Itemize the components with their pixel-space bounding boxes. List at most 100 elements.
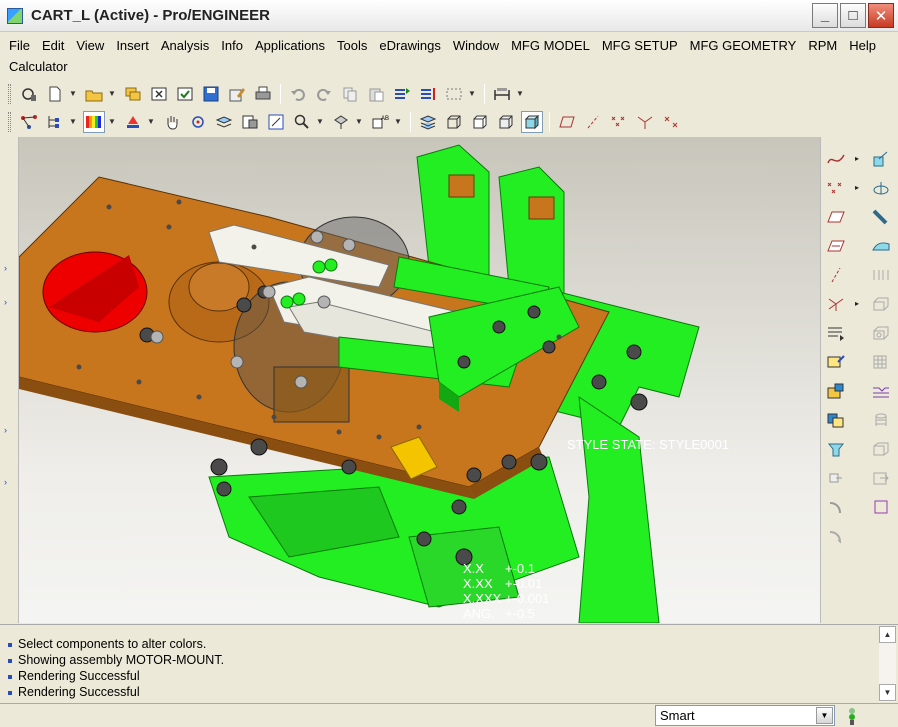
save-button[interactable]	[200, 83, 222, 105]
menu-help[interactable]: Help	[843, 38, 882, 53]
sweep-button[interactable]	[868, 205, 894, 228]
datum-csys-button[interactable]	[634, 111, 656, 133]
expand-arrow-icon[interactable]: ›	[4, 297, 7, 307]
expand-arrow-icon[interactable]: ›	[4, 425, 7, 435]
orient-dropdown[interactable]: ▼	[354, 111, 364, 133]
tree-filter-dropdown[interactable]: ▼	[68, 111, 78, 133]
layer-display-button[interactable]	[417, 111, 439, 133]
color-appearance-dropdown[interactable]: ▼	[107, 111, 117, 133]
pan-button[interactable]	[161, 111, 183, 133]
menu-applications[interactable]: Applications	[249, 38, 331, 53]
redo-button[interactable]	[313, 83, 335, 105]
menu-window[interactable]: Window	[447, 38, 505, 53]
layers-button[interactable]	[213, 111, 235, 133]
mirror-component-button[interactable]	[823, 437, 849, 460]
wireframe-button[interactable]	[443, 111, 465, 133]
spin-center-button[interactable]	[187, 111, 209, 133]
open-button[interactable]	[83, 83, 105, 105]
menu-mfg-setup[interactable]: MFG SETUP	[596, 38, 684, 53]
revolve-button[interactable]	[868, 176, 894, 199]
maximize-button[interactable]: □	[840, 3, 866, 28]
blend-button[interactable]	[868, 234, 894, 257]
bend-tool-button[interactable]	[823, 524, 849, 547]
menu-mfg-model[interactable]: MFG MODEL	[505, 38, 596, 53]
zoom-button[interactable]	[291, 111, 313, 133]
no-hidden-button[interactable]	[495, 111, 517, 133]
open-recent-button[interactable]	[122, 83, 144, 105]
add-component-button[interactable]	[823, 379, 849, 402]
spin-center-toggle-button[interactable]	[660, 111, 682, 133]
select-box-dropdown[interactable]: ▼	[467, 83, 477, 105]
datum-plane-tool-button[interactable]	[823, 205, 849, 228]
draft-button[interactable]	[868, 350, 894, 373]
pattern-button[interactable]	[868, 437, 894, 460]
mirror-button[interactable]	[868, 466, 894, 489]
menu-file[interactable]: File	[4, 38, 36, 53]
hidden-line-button[interactable]	[469, 111, 491, 133]
menu-analysis[interactable]: Analysis	[155, 38, 215, 53]
open-dropdown[interactable]: ▼	[107, 83, 117, 105]
measure-dropdown[interactable]: ▼	[515, 83, 525, 105]
sketch-curve-button[interactable]: ▸	[823, 147, 859, 170]
menu-calculator[interactable]: Calculator	[4, 59, 74, 74]
expand-arrow-icon[interactable]: ›	[4, 263, 7, 273]
toolbar-grip[interactable]	[8, 83, 11, 104]
expand-arrow-icon[interactable]: ›	[4, 477, 7, 487]
menu-view[interactable]: View	[70, 38, 110, 53]
selection-filter-select[interactable]: Smart ▼	[655, 705, 835, 726]
orient-button[interactable]	[330, 111, 352, 133]
rib-button[interactable]	[868, 321, 894, 344]
selection-filter-dropdown[interactable]: ▼	[816, 707, 833, 724]
graphics-viewport[interactable]: STYLE STATE: STYLE0001 X.X +-0.1 X.XX +-0.…	[19, 137, 820, 623]
csys-tool-button[interactable]: ▸	[823, 292, 859, 315]
undo-button[interactable]	[287, 83, 309, 105]
menu-edit[interactable]: Edit	[36, 38, 70, 53]
datum-points-button[interactable]	[608, 111, 630, 133]
zoom-dropdown[interactable]: ▼	[315, 111, 325, 133]
measure-button[interactable]	[491, 83, 513, 105]
round-button[interactable]	[868, 379, 894, 402]
lighting-button[interactable]	[122, 111, 144, 133]
new-file-button[interactable]	[44, 83, 66, 105]
select-box-button[interactable]	[443, 83, 465, 105]
new-file-dropdown[interactable]: ▼	[68, 83, 78, 105]
shading-button[interactable]	[521, 110, 543, 133]
regen-manager-button[interactable]	[417, 83, 439, 105]
datum-axes-button[interactable]	[582, 111, 604, 133]
menu-insert[interactable]: Insert	[110, 38, 155, 53]
datum-axis-tool-button[interactable]	[823, 263, 849, 286]
session-button[interactable]	[18, 83, 40, 105]
sketch-tool-button[interactable]	[823, 234, 849, 257]
edit-component-button[interactable]	[823, 350, 849, 373]
close-button[interactable]: ✕	[868, 3, 894, 28]
close-window-button[interactable]	[148, 83, 170, 105]
menu-info[interactable]: Info	[215, 38, 249, 53]
hole-button[interactable]	[868, 263, 894, 286]
annotation-button[interactable]: AB	[369, 111, 391, 133]
datum-point-tool-button[interactable]: ▸	[823, 176, 859, 199]
saved-views-button[interactable]	[239, 111, 261, 133]
message-scrollbar[interactable]: ▲ ▼	[879, 626, 896, 702]
rotate-constraint-button[interactable]	[823, 495, 849, 518]
lighting-dropdown[interactable]: ▼	[146, 111, 156, 133]
create-component-button[interactable]	[823, 408, 849, 431]
menu-mfg-geometry[interactable]: MFG GEOMETRY	[684, 38, 803, 53]
regenerate-button[interactable]	[391, 83, 413, 105]
datum-planes-button[interactable]	[556, 111, 578, 133]
insert-layout-button[interactable]	[823, 321, 849, 344]
menu-rpm[interactable]: RPM	[802, 38, 843, 53]
refit-button[interactable]	[265, 111, 287, 133]
activate-button[interactable]	[174, 83, 196, 105]
save-as-button[interactable]	[226, 83, 248, 105]
annotation-dropdown[interactable]: ▼	[393, 111, 403, 133]
extrude-button[interactable]	[868, 147, 894, 170]
copy-button[interactable]	[339, 83, 361, 105]
print-button[interactable]	[252, 83, 274, 105]
toolbar-grip[interactable]	[8, 111, 11, 132]
datum-display-button[interactable]	[18, 111, 40, 133]
scroll-up-button[interactable]: ▲	[879, 626, 896, 643]
menu-edrawings[interactable]: eDrawings	[373, 38, 446, 53]
paste-button[interactable]	[365, 83, 387, 105]
chamfer-button[interactable]	[868, 408, 894, 431]
color-appearance-button[interactable]	[83, 110, 105, 133]
